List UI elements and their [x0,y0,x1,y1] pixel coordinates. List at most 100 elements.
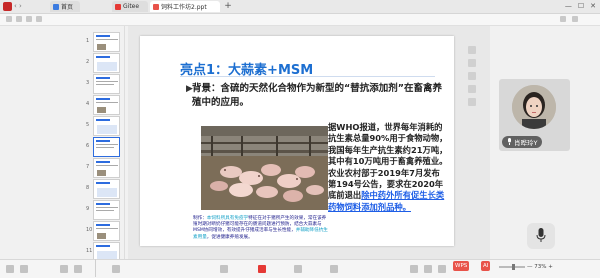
slide-thumbnail[interactable] [93,53,120,73]
minimize-button[interactable]: — [565,1,572,12]
thumbnail-content [97,125,117,134]
slide-thumbnail-number: 4 [86,101,90,107]
app-logo-icon[interactable] [3,2,12,11]
ppt-icon [153,3,159,10]
zoom-slider-handle[interactable] [512,264,515,270]
tool-icon[interactable] [468,59,476,67]
menu-icon[interactable] [6,16,12,22]
participant-name: 肖晔玲Y [514,139,538,147]
slide-thumbnail-number: 9 [86,206,90,212]
tool-icon[interactable] [468,85,476,93]
thumbnail-content [96,147,114,148]
browser-icon[interactable] [294,265,302,273]
thumbnail-content [96,224,110,226]
slide-thumbnail-number: 7 [86,164,90,170]
slide-thumbnail[interactable] [93,95,120,115]
thumbnail-content [96,98,110,100]
thumbnail-content [96,35,110,37]
tab-presentation[interactable]: 饲料工作坊2.ppt [150,1,220,12]
microphone-icon [507,137,512,147]
slide-thumbnail-pane: 1 2 3 4 5 6 7 8 9 10 11 [0,26,128,267]
save-icon[interactable] [16,16,22,22]
normal-view-icon[interactable] [410,265,418,273]
record-icon[interactable] [60,265,68,273]
notes-icon[interactable] [20,265,28,273]
slide-workspace: 亮点1：大蒜素+MSM ▶ 背景：含硫的天然化合物作为新型的“替抗添加剂”在畜禽… [128,26,490,259]
status-divider [95,259,96,277]
maximize-button[interactable]: ☐ [578,1,584,12]
thumbnail-content [96,81,118,82]
slide-thumbnail-number: 8 [86,185,90,191]
nav-arrows[interactable]: ‹ › [14,1,22,12]
ai-badge[interactable]: AI [481,261,491,271]
slide-thumbnail-number: 1 [86,38,90,44]
tool-icon[interactable] [468,46,476,54]
slide-thumbnail-number: 2 [86,59,90,65]
slide-canvas[interactable]: 亮点1：大蒜素+MSM ▶ 背景：含硫的天然化合物作为新型的“替抗添加剂”在畜禽… [140,36,454,246]
slide-thumbnail[interactable] [93,221,120,241]
folder-icon[interactable] [330,265,338,273]
tool-icon[interactable] [468,98,476,106]
undo-icon[interactable] [26,16,32,22]
background-paragraph[interactable]: 背景：含硫的天然化合物作为新型的“替抗添加剂”在畜禽养殖中的应用。 [192,82,442,110]
slide-thumbnail-number: 3 [86,80,90,86]
new-tab-button[interactable]: + [223,1,233,12]
sorter-view-icon[interactable] [424,265,432,273]
who-paragraph[interactable]: 据WHO报道，世界每年消耗的抗生素总量90%用于食物动物，我国每年生产抗生素约2… [328,122,448,213]
slide-thumbnail[interactable] [93,74,120,94]
thumbnail-content [97,107,106,113]
wps-logo-icon[interactable]: WPS [453,261,470,271]
microphone-icon [536,228,546,244]
thumbnail-content [96,161,110,163]
share-icon[interactable] [560,16,566,22]
thumb-view-icon[interactable] [6,265,14,273]
tab-bar: ‹ › 首页 Gitee 饲料工作坊2.ppt + — ☐ ✕ [0,0,600,14]
slide-thumbnail[interactable] [93,158,120,178]
slide-thumbnail[interactable] [93,116,120,136]
thumbnail-content [97,170,106,176]
tab-gitee-label: Gitee [123,3,140,10]
thumbnail-content [97,233,106,239]
tab-presentation-label: 饲料工作坊2.ppt [161,4,207,11]
reading-view-icon[interactable] [438,265,446,273]
slide-thumbnail[interactable] [93,137,120,157]
thumbnail-content [96,245,110,247]
home-icon [53,3,59,10]
thumbnail-content [96,56,110,58]
slide-thumbnail[interactable] [93,179,120,199]
thumbnail-content [96,165,118,166]
thumbnail-content [97,44,106,50]
who-text-body: 据WHO报道，世界每年消耗的抗生素总量90%用于食物动物，我国每年生产抗生素约2… [328,122,448,201]
tab-gitee[interactable]: Gitee [112,1,148,12]
thumbnail-content [96,210,114,211]
microphone-button[interactable] [527,223,555,249]
comment-icon[interactable] [220,265,228,273]
tab-home[interactable]: 首页 [50,1,80,12]
tool-icon[interactable] [468,72,476,80]
thumbnail-content [97,188,117,197]
wps-taskbar-icon[interactable] [258,265,266,273]
add-slide-icon[interactable] [112,265,120,273]
participant-video-tile[interactable]: 肖晔玲Y [499,79,570,151]
thumbnail-content [96,203,110,205]
pane-resize-handle[interactable] [124,26,125,267]
redo-icon[interactable] [36,16,42,22]
camera-icon[interactable] [74,265,82,273]
thumbnail-content [97,62,117,71]
slide-thumbnail-number: 5 [86,122,90,128]
more-icon[interactable] [572,16,578,22]
slide-thumbnail[interactable] [93,200,120,220]
caption-intro: 制作： [193,216,207,221]
status-bar [0,259,600,278]
thumbnail-content [96,207,118,208]
zoom-readout[interactable]: — 73% + [527,262,553,272]
pig-farm-photo[interactable] [201,126,328,210]
thumbnail-content [96,140,110,142]
thumbnail-content [96,39,118,40]
slide-thumbnail[interactable] [93,32,120,52]
thumbnail-content [96,77,110,79]
photo-caption[interactable]: 制作：本饲料所具有免疫学特征在对于猪所产生的效果，常在该养殖时期对断奶仔猪可能存… [193,216,330,241]
close-button[interactable]: ✕ [590,1,596,12]
caption-end: ，促进健康养殖发展。 [206,234,253,240]
caption-highlight-1: 本饲料所具有免疫学 [206,216,249,221]
